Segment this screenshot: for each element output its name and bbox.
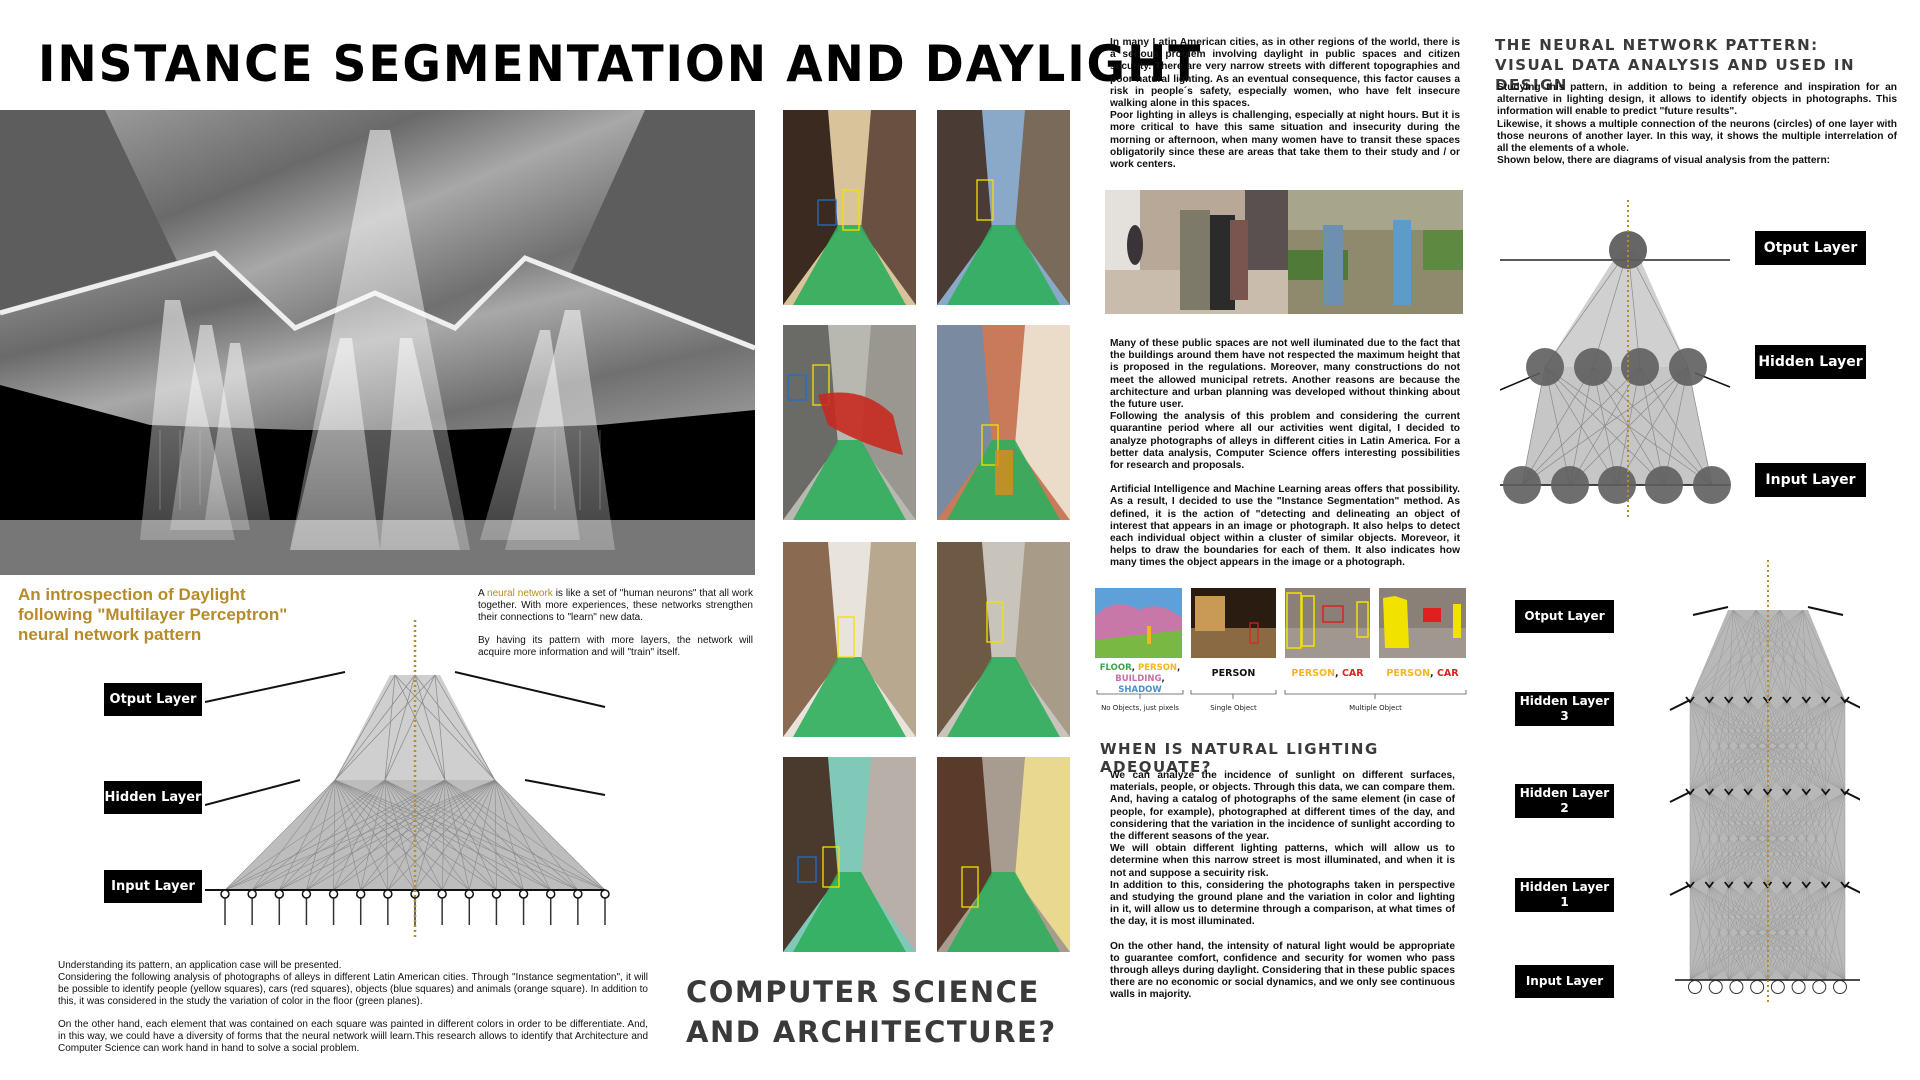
group-label-no-objects: No Objects, just pixels [1101,704,1179,712]
segmented-alley-photo [783,542,916,737]
render-illustration [0,110,755,575]
question-title-line: COMPUTER SCIENCE [686,975,1040,1009]
hidden-plane-right [1844,791,1860,801]
input-neuron [600,889,610,899]
layer-label-input: Input Layer [1755,463,1866,497]
output-plane-left [205,671,346,703]
input-neuron [1833,980,1847,994]
output-plane-left [1692,606,1729,616]
layer-label-output: Otput Layer [104,683,202,716]
layer-label-hidden: Hidden Layer [1755,345,1866,379]
input-neuron [1729,980,1744,994]
single-object-example [1191,588,1276,658]
input-neuron [1645,466,1683,504]
input-neuron [301,889,312,899]
group-label-single-object: Single Object [1210,704,1257,712]
application-text: Understanding its pattern, an applicatio… [58,960,648,1054]
hidden-plane-left [1669,884,1691,896]
mlp-diagram-left [205,620,610,940]
segmented-alley-photo [937,542,1070,737]
hidden-plane-right [524,779,606,796]
hidden-neuron [1669,348,1707,386]
input-neuron [1688,980,1702,994]
poster-title: INSTANCE SEGMENTATION AND DAYLIGHT [38,35,1203,93]
group-brackets [1096,690,1467,699]
semantic-example [1095,588,1182,658]
hidden-plane-left [1669,791,1691,803]
mlp-diagram-simple [1500,200,1731,520]
segmentation-examples: FLOOR, PERSON, BUILDING, SHADOW PERSON PE… [1095,588,1470,718]
neural-pattern-text: Studying this pattern, in addition to be… [1497,82,1897,167]
mlp-diagram-deep [1669,560,1860,1005]
segmentation-example-images [1095,588,1466,658]
group-label-multiple-object: Multiple Object [1349,704,1402,712]
layer-label-output: Otput Layer [1515,600,1614,633]
hidden-neuron [1526,348,1564,386]
hidden-neuron [1621,348,1659,386]
input-neuron [518,889,529,899]
input-neuron [437,889,447,899]
input-neuron [464,889,475,899]
layer-label-output: Otput Layer [1755,231,1866,265]
hidden-plane-right [1844,699,1860,709]
question-title: COMPUTER SCIENCE AND ARCHITECTURE? [686,972,1086,1052]
input-neuron [1551,466,1589,504]
seg-caption-single: PERSON [1211,668,1256,679]
hidden-plane-left [205,779,301,806]
seg-caption-multiple-masks: PERSON, CAR [1386,668,1459,679]
natural-lighting-text: We can analyze the incidence of sunlight… [1110,770,1455,1001]
seg-caption-multiple-boxes: PERSON, CAR [1291,668,1364,679]
input-neuron [1503,466,1541,504]
context-text: In many Latin American cities, as in oth… [1110,37,1460,171]
input-neuron [1770,980,1785,994]
input-neuron [1791,980,1806,994]
input-neuron [1750,980,1765,994]
hidden-plane-right [1844,884,1860,894]
street-photo-2 [1288,190,1463,314]
intro-heading-line: An introspection of Daylight [18,585,246,604]
problem-text: Many of these public spaces are not well… [1110,338,1460,569]
question-title-line: AND ARCHITECTURE? [686,1015,1057,1049]
hidden-neuron [1574,348,1612,386]
input-neuron [573,889,583,899]
input-neuron [1708,980,1723,994]
output-plane-right [454,671,606,708]
input-neuron [545,889,556,899]
multiple-object-mask-example [1379,588,1466,658]
hidden-plane-left [1669,699,1691,711]
input-neuron [274,889,285,899]
segmented-alley-photo [783,757,916,952]
input-neuron [328,889,339,899]
neural-pattern-title-line: THE NEURAL NETWORK PATTERN: [1495,36,1819,54]
segmented-alley-photo [937,325,1070,520]
segmented-alley-photo [937,110,1070,305]
multiple-object-detection-example [1285,588,1370,658]
input-neuron [355,889,366,899]
layer-label-hidden-2: Hidden Layer 2 [1515,784,1614,818]
harassment-photos [1105,190,1463,314]
input-neuron [1693,466,1731,504]
layer-label-hidden-1: Hidden Layer 1 [1515,878,1614,912]
input-neuron [247,889,257,899]
street-photo-1 [1105,190,1288,314]
connections [224,674,606,891]
lighting-render-image [0,110,755,575]
segmented-alley-photo [783,325,916,520]
input-neuron [383,889,393,899]
output-plane-right [1807,606,1844,616]
hidden-output-fill [1545,250,1688,367]
layer-label-input: Input Layer [1515,965,1614,998]
animal-mask [995,450,1013,495]
input-neuron [1598,466,1636,504]
layer-label-hidden: Hidden Layer [104,781,202,814]
segmented-alley-photo [783,110,916,305]
layer-label-input: Input Layer [104,870,202,903]
segmented-alley-photo [937,757,1070,952]
input-neuron [491,889,502,899]
input-neuron [1812,980,1827,994]
input-neuron [220,889,230,899]
neural-network-highlight: neural network [487,588,553,599]
layer-label-hidden-3: Hidden Layer 3 [1515,692,1614,726]
